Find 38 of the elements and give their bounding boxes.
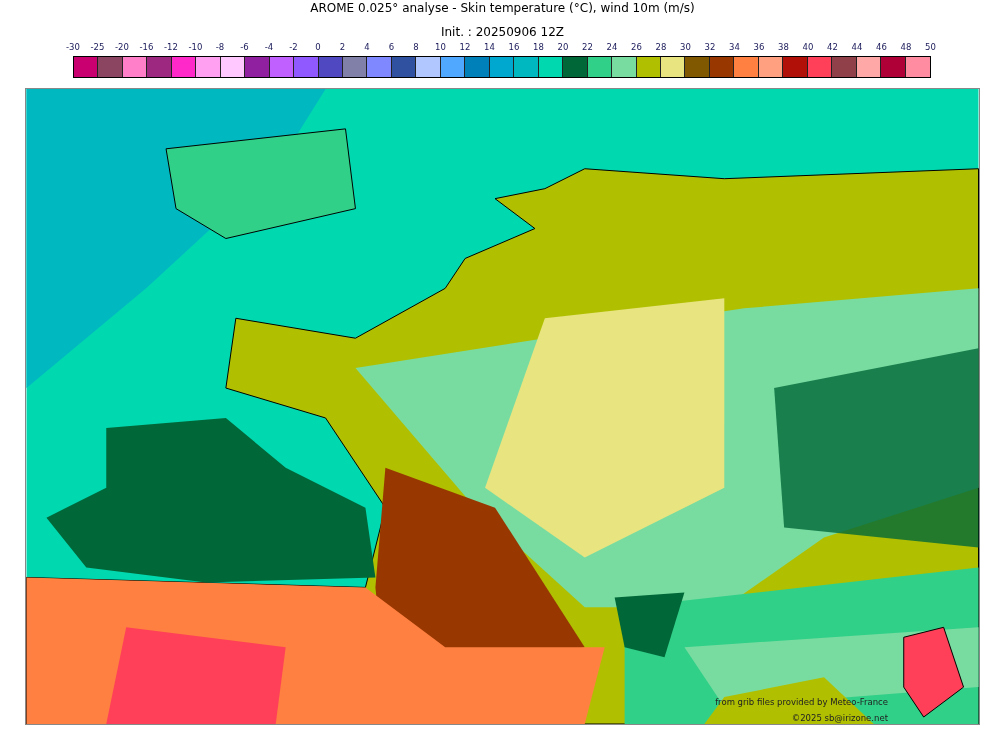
- colorbar-label: 36: [752, 41, 766, 53]
- colorbar-label: 12: [458, 41, 472, 53]
- colorbar-label: 38: [777, 41, 790, 53]
- colorbar-label: 24: [605, 41, 619, 53]
- colorbar-label: 0: [314, 41, 322, 53]
- colorbar-label: 32: [703, 41, 717, 53]
- colorbar-label: -6: [239, 41, 250, 53]
- colorbar-label: 42: [826, 41, 839, 53]
- colorbar-label: 4: [363, 41, 371, 53]
- colorbar-label: 40: [801, 41, 815, 53]
- colorbar-label: -4: [263, 41, 275, 53]
- colorbar-label: 22: [581, 41, 594, 53]
- colorbar-label: 20: [556, 41, 570, 53]
- colorbar-label: 16: [507, 41, 521, 53]
- colorbar-label: 50: [924, 41, 937, 53]
- colorbar-label: -10: [187, 41, 204, 53]
- colorbar-label: 18: [532, 41, 545, 53]
- colorbar-label: 2: [338, 41, 347, 53]
- colorbar-label: -16: [138, 41, 155, 53]
- colorbar-label: 28: [654, 41, 668, 53]
- colorbar-label: 26: [630, 41, 643, 53]
- colorbar-label: -8: [214, 41, 226, 53]
- colorbar-label: -30: [65, 41, 81, 53]
- chart-subtitle: Init. : 20250906 12Z: [440, 25, 565, 39]
- chart-title: AROME 0.025° analyse - Skin temperature (°C), wind 10m (m/s): [310, 1, 695, 15]
- colorbar-label: -25: [89, 41, 106, 53]
- colorbar-label: 44: [850, 41, 864, 53]
- colorbar-label: 46: [875, 41, 888, 53]
- colorbar-label: 10: [434, 41, 447, 53]
- colorbar-label: 8: [412, 41, 420, 53]
- colorbar-label: 30: [679, 41, 692, 53]
- colorbar-label: 48: [899, 41, 913, 53]
- colorbar-label: -20: [114, 41, 130, 53]
- colorbar-label: 14: [483, 41, 496, 53]
- colorbar-label: -2: [288, 41, 299, 53]
- colorbar-label: -12: [163, 41, 179, 53]
- colorbar-label: 6: [387, 41, 396, 53]
- colorbar-label: 34: [728, 41, 741, 53]
